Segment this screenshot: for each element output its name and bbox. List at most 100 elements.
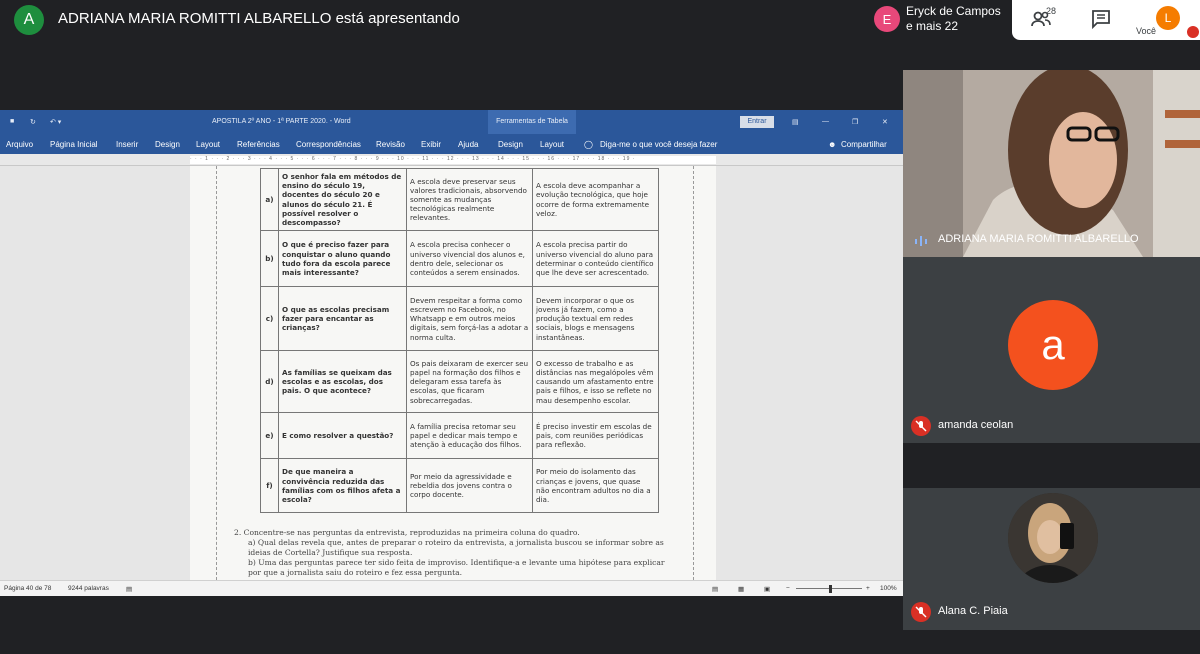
question-cell: De que maneira a convivência reduzida da… <box>278 458 407 514</box>
zoom-out-icon[interactable]: − <box>786 585 790 592</box>
mic-off-icon <box>911 602 931 622</box>
row-letter: c) <box>260 286 279 352</box>
tell-me-box[interactable]: Diga-me o que você deseja fazer <box>600 140 717 149</box>
participant-avatar: a <box>1008 300 1098 390</box>
tab-arquivo[interactable]: Arquivo <box>6 140 33 149</box>
table-row: d) As famílias se queixam das escolas e … <box>260 350 659 414</box>
document-area[interactable]: a) O senhor fala em métodos de ensino do… <box>0 166 903 580</box>
word-title-bar: ■ ↻ ↶ ▾ APOSTILA 2º ANO - 1ª PARTE 2020.… <box>0 110 903 134</box>
row-letter: f) <box>260 458 279 514</box>
mic-off-icon <box>1187 26 1199 38</box>
answer-cell: A escola precisa partir do universo vive… <box>532 230 659 288</box>
margin-guide-left <box>216 166 217 580</box>
row-letter: e) <box>260 412 279 460</box>
row-letter: d) <box>260 350 279 414</box>
word-status-bar: Página 40 de 78 9244 palavras ▤ ▤ ▦ ▣ − … <box>0 580 903 596</box>
word-count[interactable]: 9244 palavras <box>68 585 109 592</box>
answer-cell: Devem respeitar a forma como escrevem no… <box>406 286 533 352</box>
read-mode-icon[interactable]: ▤ <box>712 585 718 593</box>
question-2b: b) Uma das perguntas parece ter sido fei… <box>248 558 665 577</box>
answer-cell: Devem incorporar o que os jovens já faze… <box>532 286 659 352</box>
chat-icon[interactable] <box>1090 8 1114 32</box>
answer-cell: Por meio da agressividade e rebeldia dos… <box>406 458 533 514</box>
question-2-prompt: 2. Concentre-se nas perguntas da entrevi… <box>234 528 580 537</box>
participant-name: Alana C. Piaia <box>938 605 1008 617</box>
share-icon[interactable]: ☻ <box>828 140 836 149</box>
participant-tile-amanda[interactable]: a amanda ceolan <box>903 257 1200 443</box>
zoom-level[interactable]: 100% <box>880 585 897 592</box>
tab-pagina-inicial[interactable]: Página Inicial <box>50 140 98 149</box>
presenter-avatar: A <box>14 5 44 35</box>
table-row: f) De que maneira a convivência reduzida… <box>260 458 659 514</box>
print-layout-icon[interactable]: ▦ <box>738 585 744 593</box>
save-icon[interactable]: ■ <box>10 118 14 125</box>
tab-referencias[interactable]: Referências <box>237 140 280 149</box>
tab-design[interactable]: Design <box>155 140 180 149</box>
tab-ajuda[interactable]: Ajuda <box>458 140 478 149</box>
participant-name: ADRIANA MARIA ROMITTI ALBARELLO <box>938 233 1139 245</box>
camera-video <box>903 70 1200 257</box>
signin-button[interactable]: Entrar <box>740 116 774 128</box>
answer-cell: É preciso investir em escolas de pais, c… <box>532 412 659 460</box>
web-layout-icon[interactable]: ▣ <box>764 585 770 593</box>
answer-cell: A escola deve preservar seus valores tra… <box>406 167 533 232</box>
question-cell: O senhor fala em métodos de ensino do sé… <box>278 167 407 232</box>
undo-icon[interactable]: ↶ ▾ <box>50 118 61 126</box>
row-letter: b) <box>260 230 279 288</box>
answer-cell: A família precisa retomar seu papel e de… <box>406 412 533 460</box>
table-row: c) O que as escolas precisam fazer para … <box>260 286 659 352</box>
answer-cell: A escola deve acompanhar a evolução tecn… <box>532 167 659 232</box>
participants-chip-more: e mais 22 <box>906 19 959 33</box>
ruler: · · · 1 · · · 2 · · · 3 · · · 4 · · · 5 … <box>0 154 903 166</box>
table-row: a) O senhor fala em métodos de ensino do… <box>260 167 659 232</box>
participant-name: amanda ceolan <box>938 419 1014 431</box>
self-label: Você <box>1136 26 1157 36</box>
lightbulb-icon: ◯ <box>584 140 593 149</box>
ribbon-options-icon[interactable]: ▤ <box>792 118 799 126</box>
answer-cell: O excesso de trabalho e as distâncias na… <box>532 350 659 414</box>
presenting-banner: ADRIANA MARIA ROMITTI ALBARELLO está apr… <box>58 10 460 27</box>
mic-off-icon <box>911 416 931 436</box>
document-page: a) O senhor fala em métodos de ensino do… <box>190 166 716 580</box>
question-2: 2. Concentre-se nas perguntas da entrevi… <box>234 528 666 578</box>
participants-chip-text: Eryck de Campos e mais 22 <box>906 4 1001 34</box>
zoom-in-icon[interactable]: + <box>866 585 870 592</box>
question-cell: O que é preciso fazer para conquistar o … <box>278 230 407 288</box>
ruler-scale: · · · 1 · · · 2 · · · 3 · · · 4 · · · 5 … <box>190 156 716 164</box>
meet-top-bar: A ADRIANA MARIA ROMITTI ALBARELLO está a… <box>0 0 1200 40</box>
page-count[interactable]: Página 40 de 78 <box>4 585 51 592</box>
table-tools-label: Ferramentas de Tabela <box>488 110 576 134</box>
tab-exibir[interactable]: Exibir <box>421 140 441 149</box>
question-cell: O que as escolas precisam fazer para enc… <box>278 286 407 352</box>
answer-cell: A escola precisa conhecer o universo viv… <box>406 230 533 288</box>
participants-chip-name: Eryck de Campos <box>906 4 1001 18</box>
table-row: b) O que é preciso fazer para conquistar… <box>260 230 659 288</box>
autosave-icon[interactable]: ↻ <box>30 118 36 126</box>
close-icon[interactable]: ✕ <box>882 118 888 126</box>
self-avatar[interactable]: L <box>1156 6 1180 30</box>
interview-table: a) O senhor fala em métodos de ensino do… <box>260 167 659 514</box>
participant-chip-avatar: E <box>874 6 900 32</box>
participant-tile-presenter[interactable]: ADRIANA MARIA ROMITTI ALBARELLO <box>903 70 1200 257</box>
participant-tile-alana[interactable]: Alana C. Piaia <box>903 488 1200 630</box>
question-cell: E como resolver a questão? <box>278 412 407 460</box>
tab-revisao[interactable]: Revisão <box>376 140 405 149</box>
restore-icon[interactable]: ❐ <box>852 118 858 126</box>
speaking-indicator-icon <box>913 234 929 246</box>
participants-chip[interactable]: E Eryck de Campos e mais 22 <box>868 0 1010 40</box>
tab-layout[interactable]: Layout <box>196 140 220 149</box>
question-cell: As famílias se queixam das escolas e as … <box>278 350 407 414</box>
question-2a: a) Qual delas revela que, antes de prepa… <box>248 538 664 557</box>
share-button[interactable]: Compartilhar <box>841 140 887 149</box>
tab-table-layout[interactable]: Layout <box>540 140 564 149</box>
minimize-icon[interactable]: — <box>822 118 829 125</box>
participant-photo-avatar <box>1008 493 1098 583</box>
zoom-slider-knob[interactable] <box>829 585 832 593</box>
tab-inserir[interactable]: Inserir <box>116 140 138 149</box>
word-ribbon-tabs: Arquivo Página Inicial Inserir Design La… <box>0 134 903 154</box>
tab-correspondencias[interactable]: Correspondências <box>296 140 361 149</box>
shared-screen: ■ ↻ ↶ ▾ APOSTILA 2º ANO - 1ª PARTE 2020.… <box>0 110 903 596</box>
tab-table-design[interactable]: Design <box>498 140 523 149</box>
proofing-icon[interactable]: ▤ <box>126 585 132 593</box>
document-title: APOSTILA 2º ANO - 1ª PARTE 2020. - Word <box>212 118 351 125</box>
